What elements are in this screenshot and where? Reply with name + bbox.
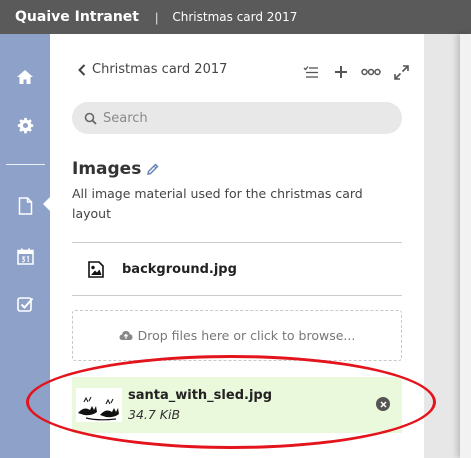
cloud-upload-icon bbox=[119, 330, 133, 341]
checkbox-icon[interactable] bbox=[0, 289, 50, 319]
background-gutter bbox=[424, 34, 471, 458]
folder-panel: Christmas card 2017 Images All image mat… bbox=[50, 34, 424, 458]
search-icon bbox=[84, 112, 97, 125]
sidebar-divider bbox=[6, 164, 45, 165]
folder-heading: Images bbox=[72, 159, 159, 179]
search-box bbox=[72, 102, 402, 134]
dropzone[interactable]: Drop files here or click to browse... bbox=[72, 310, 402, 361]
plus-icon[interactable] bbox=[330, 62, 352, 82]
back-link[interactable]: Christmas card 2017 bbox=[78, 62, 227, 77]
top-bar: Quaive Intranet | Christmas card 2017 bbox=[0, 0, 471, 34]
calendar-icon[interactable] bbox=[0, 241, 50, 271]
remove-upload-icon[interactable] bbox=[376, 397, 390, 411]
folder-description: All image material used for the christma… bbox=[72, 186, 363, 221]
image-thumbnail bbox=[76, 385, 122, 425]
topbar-separator: | bbox=[154, 9, 159, 25]
upload-file-size: 34.7 KiB bbox=[128, 407, 181, 422]
panel-toolbar bbox=[300, 62, 412, 82]
dropzone-label: Drop files here or click to browse... bbox=[137, 328, 356, 343]
search-input[interactable] bbox=[103, 110, 383, 126]
more-icon[interactable] bbox=[360, 62, 382, 82]
sidebar bbox=[0, 34, 51, 458]
home-icon[interactable] bbox=[0, 62, 50, 92]
brand-name[interactable]: Quaive Intranet bbox=[15, 9, 139, 25]
list-item[interactable]: background.jpg bbox=[72, 243, 402, 295]
checklist-icon[interactable] bbox=[300, 62, 322, 82]
chevron-left-icon bbox=[78, 63, 86, 76]
upload-file-name: santa_with_sled.jpg bbox=[128, 388, 273, 403]
fullscreen-icon[interactable] bbox=[390, 62, 412, 82]
back-link-label: Christmas card 2017 bbox=[92, 62, 228, 77]
folder-title: Images bbox=[72, 159, 142, 179]
file-name: background.jpg bbox=[122, 261, 237, 277]
topbar-context[interactable]: Christmas card 2017 bbox=[172, 10, 297, 24]
divider bbox=[72, 295, 402, 296]
upload-item: santa_with_sled.jpg 34.7 KiB bbox=[72, 377, 402, 433]
pencil-icon[interactable] bbox=[146, 162, 159, 176]
gear-icon[interactable] bbox=[0, 110, 50, 140]
page-shadow bbox=[460, 34, 471, 458]
image-file-icon bbox=[88, 260, 104, 278]
